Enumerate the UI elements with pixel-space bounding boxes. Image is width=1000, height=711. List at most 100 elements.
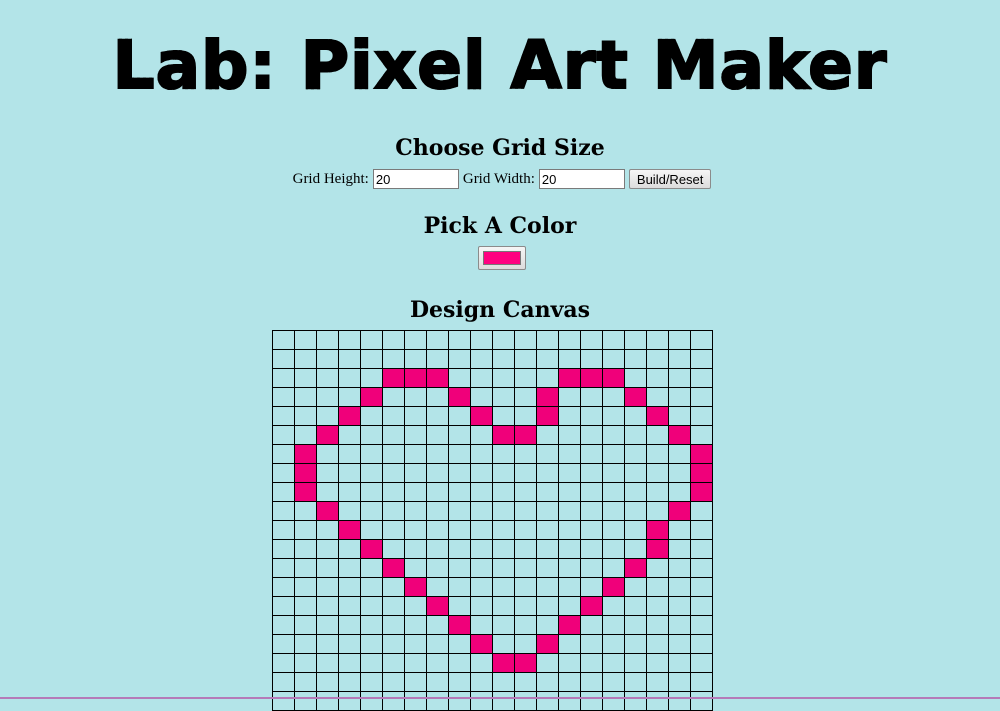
canvas-cell[interactable]	[558, 672, 581, 692]
canvas-cell[interactable]	[602, 501, 625, 521]
canvas-cell[interactable]	[492, 691, 515, 711]
canvas-cell[interactable]	[272, 406, 295, 426]
canvas-cell[interactable]	[360, 444, 383, 464]
canvas-cell[interactable]	[448, 349, 471, 369]
canvas-cell[interactable]	[404, 425, 427, 445]
canvas-cell[interactable]	[404, 463, 427, 483]
canvas-cell[interactable]	[646, 463, 669, 483]
canvas-cell[interactable]	[426, 330, 449, 350]
canvas-cell[interactable]	[382, 406, 405, 426]
canvas-cell[interactable]	[492, 520, 515, 540]
canvas-cell[interactable]	[338, 463, 361, 483]
canvas-cell[interactable]	[338, 596, 361, 616]
canvas-cell[interactable]	[404, 444, 427, 464]
canvas-cell[interactable]	[316, 406, 339, 426]
canvas-cell[interactable]	[558, 539, 581, 559]
canvas-cell[interactable]	[536, 482, 559, 502]
canvas-cell[interactable]	[558, 330, 581, 350]
canvas-cell[interactable]	[558, 444, 581, 464]
canvas-cell[interactable]	[690, 539, 713, 559]
canvas-cell[interactable]	[580, 691, 603, 711]
canvas-cell[interactable]	[360, 330, 383, 350]
canvas-cell[interactable]	[646, 691, 669, 711]
canvas-cell[interactable]	[514, 406, 537, 426]
canvas-cell[interactable]	[272, 387, 295, 407]
canvas-cell[interactable]	[514, 691, 537, 711]
canvas-cell[interactable]	[580, 330, 603, 350]
canvas-cell[interactable]	[360, 558, 383, 578]
canvas-cell[interactable]	[690, 349, 713, 369]
canvas-cell[interactable]	[448, 577, 471, 597]
canvas-cell[interactable]	[602, 368, 625, 388]
canvas-cell[interactable]	[514, 539, 537, 559]
canvas-cell[interactable]	[580, 368, 603, 388]
canvas-cell[interactable]	[426, 444, 449, 464]
canvas-cell[interactable]	[294, 596, 317, 616]
canvas-cell[interactable]	[382, 368, 405, 388]
canvas-cell[interactable]	[338, 691, 361, 711]
canvas-cell[interactable]	[690, 406, 713, 426]
canvas-cell[interactable]	[492, 539, 515, 559]
canvas-cell[interactable]	[272, 577, 295, 597]
canvas-cell[interactable]	[404, 349, 427, 369]
canvas-cell[interactable]	[624, 463, 647, 483]
canvas-cell[interactable]	[580, 539, 603, 559]
canvas-cell[interactable]	[294, 444, 317, 464]
canvas-cell[interactable]	[492, 463, 515, 483]
canvas-cell[interactable]	[646, 596, 669, 616]
canvas-cell[interactable]	[470, 501, 493, 521]
canvas-cell[interactable]	[558, 387, 581, 407]
canvas-cell[interactable]	[272, 368, 295, 388]
canvas-cell[interactable]	[492, 501, 515, 521]
canvas-cell[interactable]	[536, 539, 559, 559]
canvas-cell[interactable]	[382, 615, 405, 635]
canvas-cell[interactable]	[426, 520, 449, 540]
canvas-cell[interactable]	[580, 501, 603, 521]
canvas-cell[interactable]	[382, 691, 405, 711]
canvas-cell[interactable]	[448, 425, 471, 445]
canvas-cell[interactable]	[602, 577, 625, 597]
canvas-cell[interactable]	[360, 406, 383, 426]
canvas-cell[interactable]	[624, 596, 647, 616]
canvas-cell[interactable]	[624, 501, 647, 521]
canvas-cell[interactable]	[470, 634, 493, 654]
build-reset-button[interactable]: Build/Reset	[628, 169, 712, 189]
canvas-cell[interactable]	[360, 463, 383, 483]
canvas-cell[interactable]	[448, 558, 471, 578]
canvas-cell[interactable]	[316, 482, 339, 502]
canvas-cell[interactable]	[690, 368, 713, 388]
canvas-cell[interactable]	[294, 349, 317, 369]
canvas-cell[interactable]	[272, 615, 295, 635]
canvas-cell[interactable]	[448, 368, 471, 388]
canvas-cell[interactable]	[404, 520, 427, 540]
canvas-cell[interactable]	[690, 425, 713, 445]
canvas-cell[interactable]	[492, 634, 515, 654]
canvas-cell[interactable]	[492, 406, 515, 426]
canvas-cell[interactable]	[492, 653, 515, 673]
canvas-cell[interactable]	[558, 653, 581, 673]
canvas-cell[interactable]	[624, 482, 647, 502]
canvas-cell[interactable]	[294, 387, 317, 407]
canvas-cell[interactable]	[624, 558, 647, 578]
canvas-cell[interactable]	[316, 577, 339, 597]
canvas-cell[interactable]	[338, 349, 361, 369]
canvas-cell[interactable]	[580, 406, 603, 426]
canvas-cell[interactable]	[404, 577, 427, 597]
canvas-cell[interactable]	[470, 387, 493, 407]
canvas-cell[interactable]	[382, 558, 405, 578]
canvas-cell[interactable]	[360, 387, 383, 407]
canvas-cell[interactable]	[646, 501, 669, 521]
canvas-cell[interactable]	[426, 653, 449, 673]
canvas-cell[interactable]	[272, 520, 295, 540]
canvas-cell[interactable]	[470, 463, 493, 483]
canvas-cell[interactable]	[624, 520, 647, 540]
canvas-cell[interactable]	[514, 387, 537, 407]
canvas-cell[interactable]	[272, 463, 295, 483]
canvas-cell[interactable]	[492, 444, 515, 464]
canvas-cell[interactable]	[404, 653, 427, 673]
canvas-cell[interactable]	[514, 349, 537, 369]
canvas-cell[interactable]	[404, 596, 427, 616]
canvas-cell[interactable]	[668, 653, 691, 673]
canvas-cell[interactable]	[536, 463, 559, 483]
canvas-cell[interactable]	[514, 501, 537, 521]
